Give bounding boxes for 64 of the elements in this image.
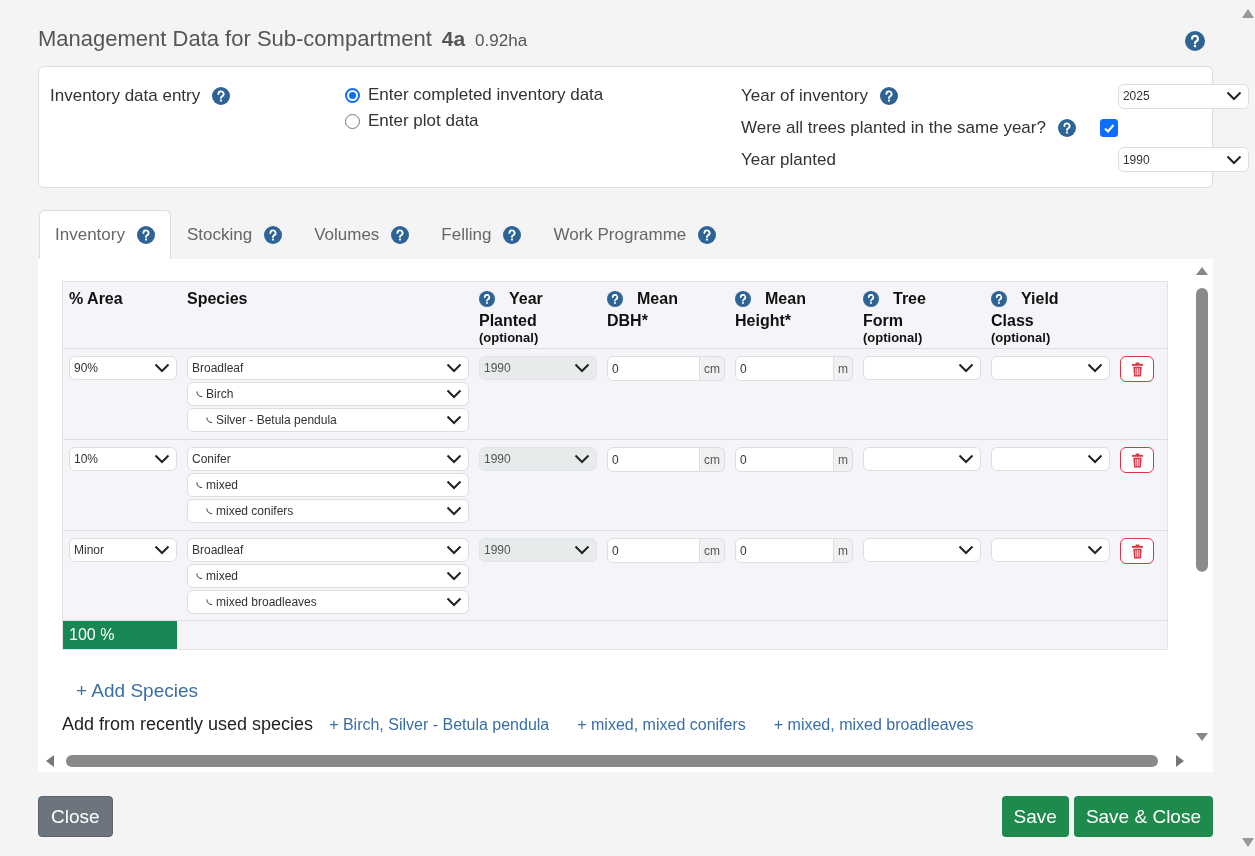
radio-label[interactable]: Enter completed inventory data — [368, 85, 604, 105]
dbh-field[interactable]: 0 — [607, 356, 700, 381]
field-label: Were all trees planted in the same year? — [741, 117, 1046, 138]
species-dropdown[interactable]: Broadleaf — [187, 538, 469, 562]
species-dropdown[interactable]: mixed broadleaves — [187, 590, 469, 614]
column-header: Class — [991, 311, 1035, 331]
column-header: Yield — [1021, 289, 1059, 309]
column-header: Planted — [479, 311, 538, 331]
tab[interactable]: Inventory — [39, 210, 171, 259]
area-text: 0.92ha — [475, 31, 528, 51]
year-dropdown[interactable]: 2025 — [1117, 83, 1249, 109]
species-dropdown[interactable]: mixed conifers — [187, 499, 469, 523]
dbh-field[interactable]: 0 — [607, 447, 700, 472]
column-header: Year — [509, 289, 543, 309]
dialog-title: Management Data for Sub-compartment — [38, 26, 432, 52]
total-percentage: 100 % — [63, 621, 177, 649]
column-note: (optional) — [991, 332, 1052, 344]
area-dropdown[interactable]: 10% — [69, 447, 177, 471]
column-header: Mean — [765, 289, 806, 309]
tab[interactable]: Stocking — [170, 210, 299, 259]
area-dropdown[interactable]: 90% — [69, 356, 177, 380]
field-label: Inventory data entry — [50, 86, 201, 106]
unit-label: cm — [700, 447, 725, 472]
recent-species-link[interactable]: + mixed, mixed conifers — [577, 716, 746, 734]
unit-label: cm — [700, 356, 725, 381]
recent-species-link[interactable]: + mixed, mixed broadleaves — [773, 716, 974, 734]
column-header: DBH* — [607, 311, 649, 331]
species-dropdown[interactable]: Birch — [187, 382, 469, 406]
column-header: % Area — [69, 289, 123, 309]
height-field[interactable]: 0 — [735, 447, 834, 472]
column-header: Species — [187, 289, 248, 309]
dbh-field[interactable]: 0 — [607, 538, 700, 563]
field-label: Year planted — [741, 149, 836, 170]
unit-label: m — [834, 538, 853, 563]
species-dropdown[interactable]: mixed — [187, 564, 469, 588]
column-header: Tree — [893, 289, 926, 309]
species-dropdown[interactable]: Silver - Betula pendula — [187, 408, 469, 432]
compartment-id: 4a — [441, 27, 466, 51]
year-dropdown[interactable]: 1990 — [1117, 147, 1249, 172]
unit-label: m — [834, 356, 853, 381]
secondary-button[interactable]: Close — [38, 796, 113, 837]
species-dropdown[interactable]: mixed — [187, 473, 469, 497]
tab[interactable]: Felling — [425, 210, 538, 259]
radio-label[interactable]: Enter plot data — [368, 111, 479, 131]
unit-label: cm — [700, 538, 725, 563]
tab[interactable]: Volumes — [298, 210, 426, 259]
column-header: Form — [863, 311, 904, 331]
height-field[interactable]: 0 — [735, 538, 834, 563]
tab[interactable]: Work Programme — [537, 210, 733, 259]
unit-label: m — [834, 447, 853, 472]
column-note: (optional) — [479, 332, 540, 344]
primary-button[interactable]: Save & Close — [1073, 796, 1213, 837]
primary-button[interactable]: Save — [1001, 796, 1069, 837]
recent-species-label: Add from recently used species — [62, 714, 314, 735]
column-header: Mean — [637, 289, 678, 309]
recent-species-link[interactable]: + Birch, Silver - Betula pendula — [329, 716, 550, 734]
area-dropdown[interactable]: Minor — [69, 538, 177, 562]
species-dropdown[interactable]: Conifer — [187, 447, 469, 471]
add-species-link[interactable]: + Add Species — [76, 680, 198, 702]
field-label: Year of inventory — [741, 86, 868, 106]
height-field[interactable]: 0 — [735, 356, 834, 381]
column-note: (optional) — [863, 332, 924, 344]
species-dropdown[interactable]: Broadleaf — [187, 356, 469, 380]
column-header: Height* — [735, 311, 792, 331]
